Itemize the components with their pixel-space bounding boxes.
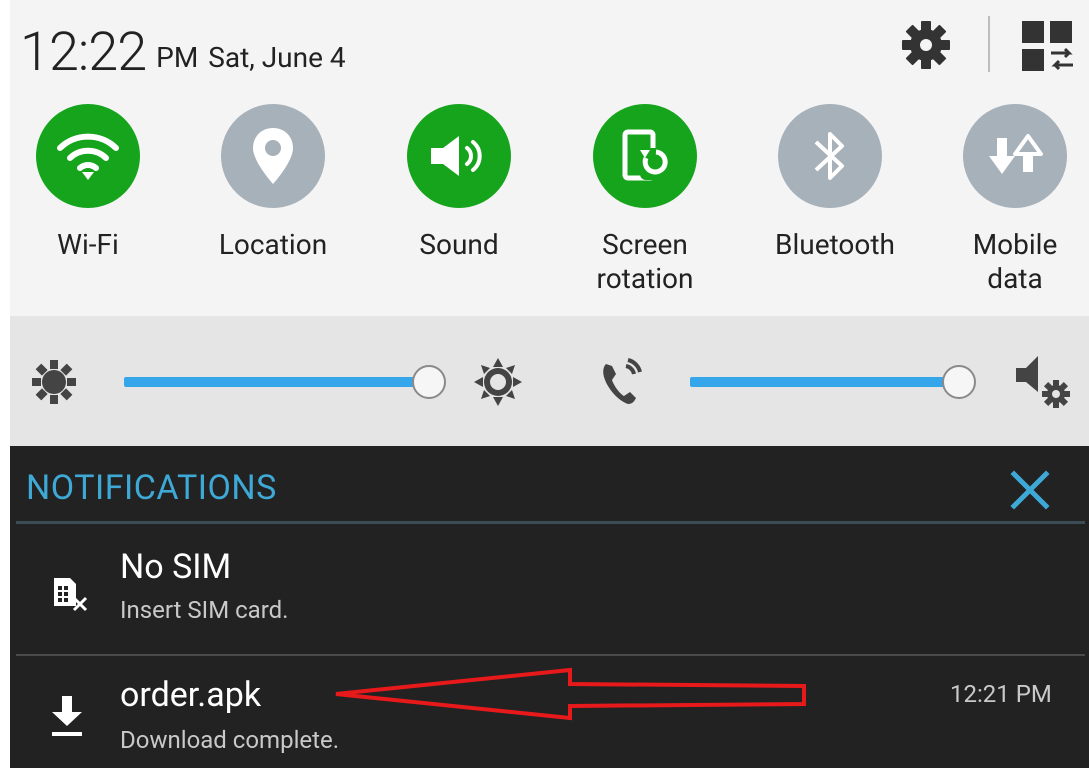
- mobile-data-label-line1: Mobile: [972, 228, 1058, 261]
- screen-rotation-label: Screen rotation: [590, 228, 700, 296]
- notification-title: order.apk: [120, 675, 262, 715]
- wifi-toggle[interactable]: [36, 104, 140, 208]
- screen-rotation-label-line2: rotation: [596, 262, 694, 295]
- status-clock: 12:22 PM Sat, June 4: [20, 10, 346, 80]
- sound-toggle[interactable]: [407, 104, 511, 208]
- qs-screen-rotation[interactable]: Screen rotation: [590, 104, 700, 296]
- download-icon: [52, 696, 82, 736]
- no-sim-icon: [54, 578, 88, 612]
- brightness-slider[interactable]: [124, 362, 446, 402]
- volume-knob[interactable]: [942, 365, 976, 399]
- clock-time: 12:22: [20, 21, 147, 84]
- qs-location[interactable]: Location: [218, 104, 328, 262]
- edit-quick-settings-icon[interactable]: [1018, 17, 1078, 73]
- ringtone-volume-icon[interactable]: [598, 358, 648, 408]
- notifications-header: NOTIFICATIONS: [26, 468, 277, 508]
- bluetooth-label: Bluetooth: [775, 228, 895, 261]
- mobile-data-label: Mobile data: [960, 228, 1070, 296]
- screen-edge: [0, 0, 10, 768]
- clear-notifications-icon[interactable]: [1006, 466, 1054, 514]
- bluetooth-toggle[interactable]: [778, 104, 882, 208]
- volume-track: [690, 377, 959, 387]
- location-toggle[interactable]: [221, 104, 325, 208]
- screen-rotation-icon: [622, 129, 668, 181]
- brightness-low-icon[interactable]: [30, 358, 78, 406]
- screen-rotation-label-line1: Screen: [602, 228, 688, 261]
- brightness-knob[interactable]: [412, 365, 446, 399]
- header-divider: [988, 16, 990, 72]
- clock-date: Sat, June 4: [208, 41, 346, 74]
- speaker-icon: [431, 136, 482, 176]
- qs-sound[interactable]: Sound: [404, 104, 514, 262]
- volume-slider[interactable]: [690, 362, 976, 402]
- wifi-icon: [57, 133, 119, 180]
- wifi-label: Wi-Fi: [57, 228, 119, 261]
- location-label: Location: [218, 228, 328, 261]
- mobile-data-icon: [989, 134, 1043, 174]
- location-pin-icon: [253, 128, 293, 184]
- bluetooth-icon: [814, 132, 844, 180]
- mobile-data-label-line2: data: [987, 262, 1043, 295]
- brightness-high-icon[interactable]: [474, 358, 522, 406]
- sound-settings-icon[interactable]: [1012, 352, 1074, 412]
- notification-title: No SIM: [120, 547, 232, 587]
- notification-no-sim[interactable]: [10, 524, 1089, 654]
- clock-ampm: PM: [156, 41, 199, 74]
- mobile-data-toggle[interactable]: [963, 104, 1067, 208]
- qs-bluetooth[interactable]: Bluetooth: [775, 104, 895, 262]
- settings-gear-icon[interactable]: [898, 17, 954, 73]
- qs-mobile-data[interactable]: Mobile data: [960, 104, 1070, 296]
- qs-wifi[interactable]: Wi-Fi: [33, 104, 143, 262]
- brightness-track: [124, 377, 429, 387]
- notification-time: 12:21 PM: [950, 680, 1052, 708]
- notification-subtitle: Download complete.: [120, 726, 340, 754]
- notification-subtitle: Insert SIM card.: [120, 596, 289, 624]
- sound-label: Sound: [419, 228, 499, 261]
- annotation-arrow: [335, 667, 806, 721]
- screen-rotation-toggle[interactable]: [593, 104, 697, 208]
